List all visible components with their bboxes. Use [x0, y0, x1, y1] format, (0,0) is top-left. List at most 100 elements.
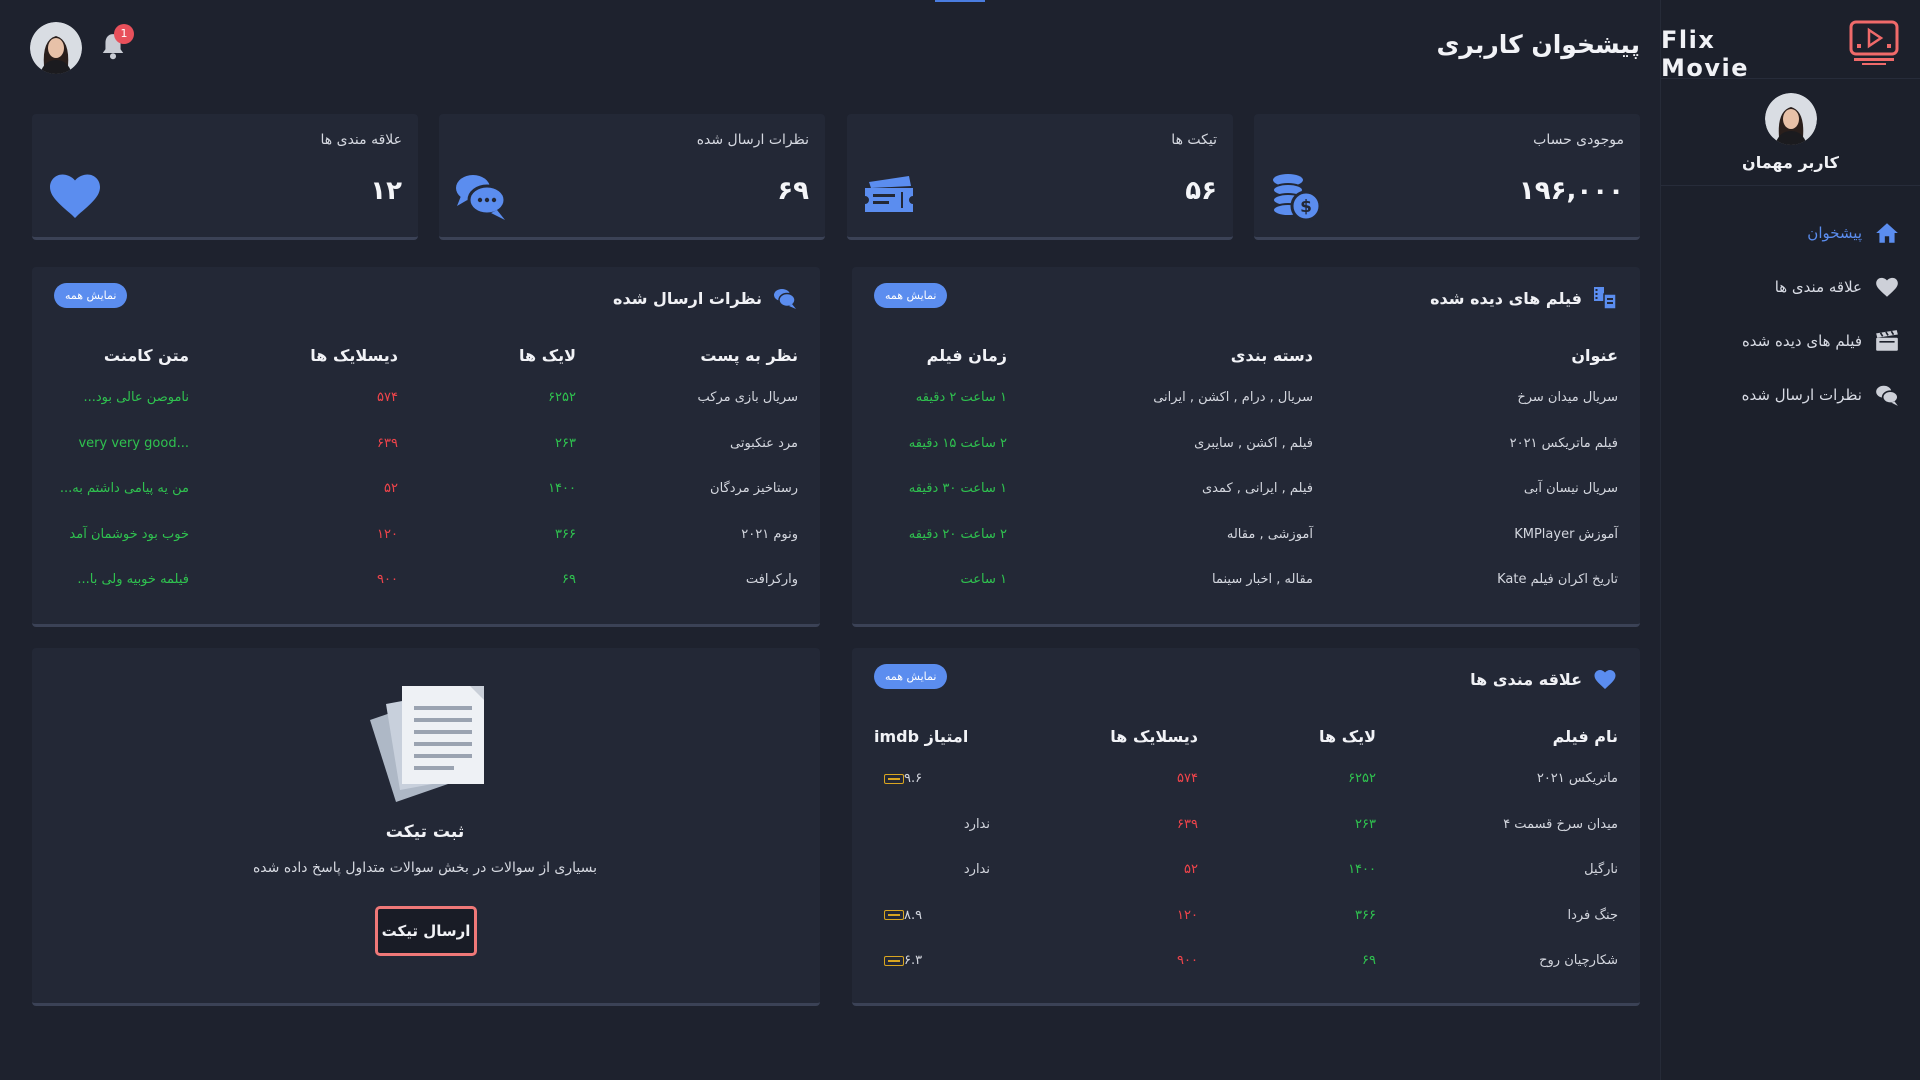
- profile: کاربر مهمان: [1661, 79, 1920, 186]
- table-row[interactable]: سریال میدان سرخ سریال , درام , اکشن , ایر…: [874, 375, 1618, 421]
- sidebar-item-watched[interactable]: فیلم های دیده شده: [1661, 314, 1920, 368]
- cell-dislikes: ۶۳۹: [1177, 816, 1198, 832]
- user-avatar-icon: [30, 22, 82, 74]
- watched-table: عنوان دسته بندی زمان فیلم سریال میدان سر…: [874, 335, 1618, 603]
- column-header: متن کامنت: [103, 345, 189, 365]
- stat-value: ۶۹: [777, 176, 809, 206]
- cell-category: فیلم , اکشن , سایبری: [1194, 435, 1313, 451]
- cell-duration: ۱ ساعت ۲ دقیقه: [915, 390, 1007, 406]
- cell-imdb: ندارد: [963, 862, 990, 878]
- cell-likes: ۶۹: [562, 572, 576, 588]
- table-row[interactable]: رستاخیز مردگان ۱۴۰۰ ۵۲ من یه پیامی داشتم به…: [54, 466, 798, 512]
- column-header: امتیاز imdb: [874, 726, 969, 746]
- home-icon: [1876, 223, 1898, 243]
- stat-label: تیکت ها: [1171, 132, 1217, 148]
- column-header: لایک ها: [519, 345, 576, 365]
- cell-dislikes: ۹۰۰: [377, 572, 398, 588]
- stat-card-comments: نظرات ارسال شده ۶۹: [439, 114, 825, 240]
- cell-post: ونوم ۲۰۲۱: [741, 526, 798, 542]
- imdb-icon: [884, 955, 904, 966]
- cell-imdb: ندارد: [963, 816, 990, 832]
- cell-likes: ۱۴۰۰: [1348, 862, 1376, 878]
- table-row[interactable]: آموزش KMPlayer آموزشی , مقاله ۲ ساعت ۲۰ دق…: [874, 512, 1618, 558]
- sidebar-item-label: فیلم های دیده شده: [1741, 332, 1862, 350]
- cell-movie-name: نارگیل: [1584, 862, 1618, 878]
- cell-duration: ۱ ساعت ۳۰ دقیقه: [908, 481, 1007, 497]
- stat-label: موجودی حساب: [1533, 132, 1624, 148]
- table-row[interactable]: جنگ فردا ۳۶۶ ۱۲۰ ۸.۹: [874, 893, 1618, 939]
- profile-name: کاربر مهمان: [1742, 153, 1839, 172]
- sidebar-nav: پیشخوان علاقه مندی ها فیلم های دیده شده …: [1661, 206, 1920, 422]
- sidebar-item-favorites[interactable]: علاقه مندی ها: [1661, 260, 1920, 314]
- cell-title: فیلم ماتریکس ۲۰۲۱: [1509, 435, 1618, 451]
- panel-title: علاقه مندی ها: [1470, 666, 1618, 692]
- imdb-value: ۶.۳: [904, 953, 923, 969]
- comments-table: نظر به پست لایک ها دیسلایک ها متن کامنت …: [54, 335, 798, 603]
- cell-likes: ۳۶۶: [1355, 907, 1376, 923]
- panel-title-text: نظرات ارسال شده: [613, 288, 762, 308]
- cell-imdb: ۸.۹: [874, 893, 990, 939]
- cell-likes: ۶۲۵۲: [1348, 771, 1376, 787]
- table-row[interactable]: تاریخ اکران فیلم Kate مقاله , اخبار سینما…: [874, 557, 1619, 603]
- notification-badge: 1: [114, 24, 134, 44]
- table-row[interactable]: فیلم ماتریکس ۲۰۲۱ فیلم , اکشن , سایبری ۲ س…: [874, 421, 1618, 467]
- table-row[interactable]: ونوم ۲۰۲۱ ۳۶۶ ۱۲۰ خوب بود خوشمان آمد: [54, 512, 798, 558]
- cell-comment: ...very very good: [78, 435, 189, 451]
- panel-title: فیلم های دیده شده: [1430, 285, 1618, 311]
- video-play-logo-icon[interactable]: [1848, 18, 1900, 66]
- imdb-icon: [884, 773, 904, 784]
- brand: Flix Movie: [1661, 0, 1920, 82]
- cell-likes: ۱۴۰۰: [548, 481, 576, 497]
- column-header: دیسلایک ها: [1110, 726, 1198, 746]
- cell-likes: ۶۹: [1362, 953, 1376, 969]
- cell-comment: ناموصن عالی بود...: [83, 390, 190, 406]
- sidebar-item-label: علاقه مندی ها: [1774, 278, 1862, 296]
- column-header: نام فیلم: [1552, 726, 1618, 746]
- table-row[interactable]: وارکرافت ۶۹ ۹۰۰ فیلمه خوبیه ولی با...: [54, 557, 798, 603]
- table-row[interactable]: نارگیل ۱۴۰۰ ۵۲ ندارد: [874, 847, 1618, 893]
- show-all-button[interactable]: نمایش همه: [54, 283, 128, 308]
- stat-card-balance: موجودی حساب ۱۹۶,۰۰۰ $: [1254, 114, 1640, 240]
- cell-dislikes: ۱۲۰: [377, 526, 398, 542]
- ticket-title: ثبت تیکت: [385, 822, 465, 842]
- comments-icon: [774, 289, 796, 309]
- heart-icon: [50, 174, 100, 218]
- sidebar-item-comments[interactable]: نظرات ارسال شده: [1661, 368, 1920, 422]
- documents-illustration-icon: [370, 686, 484, 802]
- cell-post: سریال بازی مرکب: [697, 390, 798, 406]
- cell-post: وارکرافت: [745, 572, 798, 588]
- cell-movie-name: جنگ فردا: [1567, 907, 1618, 923]
- sidebar-item-label: نظرات ارسال شده: [1741, 386, 1862, 404]
- heart-icon: [1876, 277, 1898, 297]
- cell-dislikes: ۵۲: [384, 481, 398, 497]
- cell-likes: ۳۶۶: [555, 526, 576, 542]
- table-row[interactable]: ماتریکس ۲۰۲۱ ۶۲۵۲ ۵۷۴ ۹.۶: [874, 756, 1618, 802]
- cell-post: مرد عنکبوتی: [729, 435, 798, 451]
- table-row[interactable]: سریال نیسان آبی فیلم , ایرانی , کمدی ۱ ساع…: [874, 466, 1618, 512]
- cell-duration: ۲ ساعت ۱۵ دقیقه: [908, 435, 1007, 451]
- page-title: پیشخوان کاربری: [1436, 30, 1640, 59]
- stat-card-tickets: تیکت ها ۵۶: [847, 114, 1233, 240]
- sidebar-item-dashboard[interactable]: پیشخوان: [1661, 206, 1920, 260]
- table-row[interactable]: سریال بازی مرکب ۶۲۵۲ ۵۷۴ ناموصن عالی بود...: [54, 375, 799, 421]
- panel-title-text: علاقه مندی ها: [1470, 669, 1582, 689]
- top-progress-line: [935, 0, 985, 2]
- table-row[interactable]: مرد عنکبوتی ۲۶۳ ۶۳۹ ...very very good: [54, 421, 798, 467]
- send-ticket-button[interactable]: ارسال تیکت: [375, 906, 477, 956]
- table-row[interactable]: شکارچیان روح ۶۹ ۹۰۰ ۶.۳: [874, 938, 1618, 984]
- cell-title: سریال میدان سرخ: [1517, 390, 1618, 406]
- avatar[interactable]: [1764, 93, 1817, 145]
- stat-value: ۱۲: [370, 176, 402, 206]
- cell-movie-name: ماتریکس ۲۰۲۱: [1536, 771, 1618, 787]
- show-all-button[interactable]: نمایش همه: [874, 664, 948, 689]
- brand-name: Flix Movie: [1661, 26, 1750, 82]
- clapperboard-icon: [1876, 330, 1898, 351]
- show-all-button[interactable]: نمایش همه: [874, 283, 948, 308]
- table-row[interactable]: میدان سرخ قسمت ۴ ۲۶۳ ۶۳۹ ندارد: [874, 802, 1618, 848]
- header-avatar[interactable]: [30, 22, 82, 74]
- cell-dislikes: ۵۷۴: [1177, 771, 1198, 787]
- cell-category: فیلم , ایرانی , کمدی: [1201, 481, 1313, 497]
- cell-comment: فیلمه خوبیه ولی با...: [77, 572, 189, 588]
- sidebar-item-label: پیشخوان: [1807, 224, 1862, 242]
- column-header: زمان فیلم: [926, 345, 1007, 365]
